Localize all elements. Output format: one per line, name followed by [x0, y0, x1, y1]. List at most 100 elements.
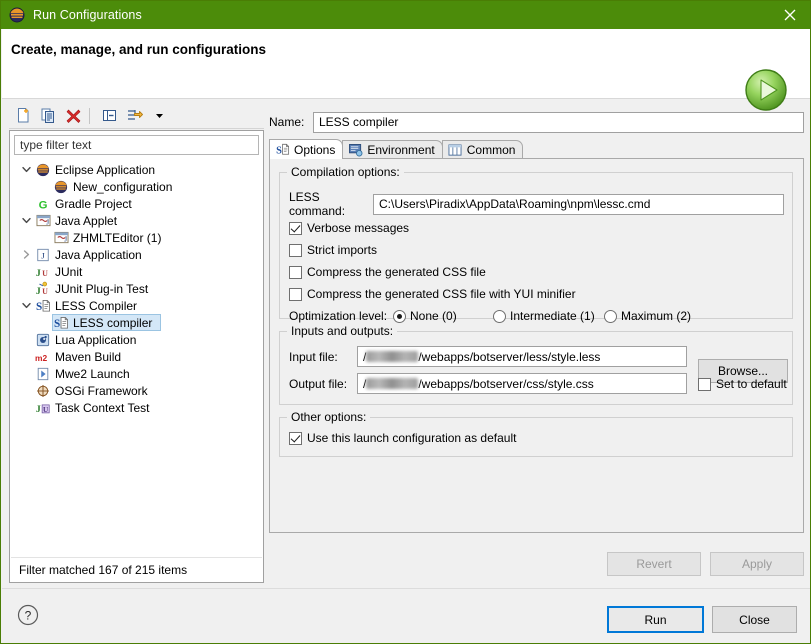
tree-item-label: ZHMLTEditor (1): [73, 230, 162, 245]
twisty-placeholder: [18, 331, 34, 348]
new-configuration-icon[interactable]: [12, 105, 34, 127]
checkbox-set-to-default[interactable]: Set to default: [698, 377, 787, 391]
inputs-outputs-group: Inputs and outputs: Input file: /XXXXXXX…: [279, 324, 793, 405]
tree-item-label: Java Applet: [55, 213, 118, 228]
tree-item-java-application[interactable]: J Java Application: [10, 246, 263, 263]
checkbox-strict-imports[interactable]: Strict imports: [289, 243, 377, 257]
tree-item-content: S LESS Compiler: [34, 297, 146, 314]
tree-item-content: J Java Applet: [34, 212, 126, 229]
tree-item-label: Mwe2 Launch: [55, 366, 130, 381]
twisty-placeholder: [18, 382, 34, 399]
tree-item-junit[interactable]: J U JUnit: [10, 263, 263, 280]
twisty-placeholder: [36, 178, 52, 195]
collapse-all-icon[interactable]: [98, 105, 120, 127]
input-file-label: Input file:: [289, 349, 338, 364]
chevron-right-icon[interactable]: [18, 246, 34, 263]
junit-icon: JU: [35, 264, 51, 280]
tab-common[interactable]: Common: [441, 140, 524, 159]
tree-item-mwe2-launch[interactable]: Mwe2 Launch: [10, 365, 263, 382]
tree-item-task-context-test[interactable]: J U Task Context Test: [10, 399, 263, 416]
window-close-button[interactable]: [767, 1, 810, 29]
tree-item-content: J ZHMLTEditor (1): [52, 229, 170, 246]
chevron-down-icon[interactable]: [148, 105, 170, 127]
checkbox-compress-css[interactable]: Compress the generated CSS file: [289, 265, 486, 279]
apply-button[interactable]: Apply: [710, 552, 804, 576]
svg-text:J: J: [46, 217, 49, 226]
java-applet-icon: J: [53, 230, 69, 246]
page-title: Create, manage, and run configurations: [11, 42, 267, 57]
name-input[interactable]: [313, 111, 804, 133]
chevron-down-icon[interactable]: [18, 297, 34, 314]
tree-item-label: Java Application: [55, 247, 142, 262]
tree-item-zhmlteditor-1[interactable]: J ZHMLTEditor (1): [10, 229, 263, 246]
dialog-header: Create, manage, and run configurations: [2, 29, 810, 111]
options-tab-panel: Compilation options: LESS command: Verbo…: [269, 158, 804, 533]
run-button[interactable]: Run: [607, 606, 704, 633]
tree-item-lua-application[interactable]: Lua Application: [10, 331, 263, 348]
svg-text:U: U: [43, 406, 48, 414]
radio-optimization-maximum[interactable]: Maximum (2): [604, 309, 691, 323]
chevron-down-icon[interactable]: [18, 212, 34, 229]
filter-input[interactable]: [14, 135, 259, 155]
less-command-input[interactable]: [373, 193, 784, 215]
radio-optimization-none[interactable]: None (0): [393, 309, 457, 323]
tree-item-content: J Java Application: [34, 246, 151, 263]
optimization-level-label: Optimization level:: [289, 309, 388, 323]
tree-item-junit-plug-in-test[interactable]: J U JUnit Plug-in Test: [10, 280, 263, 297]
svg-text:S: S: [276, 145, 282, 156]
radio-optimization-intermediate[interactable]: Intermediate (1): [493, 309, 595, 323]
configurations-pane: Eclipse Application New_configuration G Gra…: [9, 103, 264, 583]
svg-text:m2: m2: [35, 352, 47, 362]
checkbox-box: [698, 377, 711, 391]
checkbox-compress-css-yui[interactable]: Compress the generated CSS file with YUI…: [289, 287, 576, 301]
tree-item-content: Mwe2 Launch: [34, 365, 139, 382]
delete-configuration-icon[interactable]: [62, 105, 84, 127]
svg-text:S: S: [36, 301, 42, 313]
filter-icon[interactable]: [123, 105, 145, 127]
checkbox-box: [289, 287, 302, 301]
tab-options[interactable]: S Options: [269, 139, 344, 159]
compilation-options-group: Compilation options: LESS command: Verbo…: [279, 165, 793, 323]
revert-button[interactable]: Revert: [607, 552, 701, 576]
tree-item-less-compiler[interactable]: S LESS compiler: [10, 314, 263, 331]
tree-toolbar: [9, 103, 264, 129]
svg-text:J: J: [64, 234, 67, 243]
svg-text:J: J: [36, 286, 41, 296]
input-file-input[interactable]: /XXXXXXXXX/webapps/botserver/less/style.…: [357, 346, 687, 367]
tree-item-maven-build[interactable]: m2 Maven Build: [10, 348, 263, 365]
close-button[interactable]: Close: [712, 606, 797, 633]
configurations-tree[interactable]: Eclipse Application New_configuration G Gra…: [10, 161, 263, 551]
tree-item-less-compiler[interactable]: S LESS Compiler: [10, 297, 263, 314]
tree-item-new-configuration[interactable]: New_configuration: [10, 178, 263, 195]
junit-plugin-icon: JU: [35, 281, 51, 297]
output-file-input[interactable]: /XXXXXXXXX/webapps/botserver/css/style.c…: [357, 373, 687, 394]
tree-item-content: G Gradle Project: [34, 195, 141, 212]
less-icon: S: [35, 298, 51, 314]
tree-item-gradle-project[interactable]: G Gradle Project: [10, 195, 263, 212]
checkbox-box: [289, 243, 302, 257]
tree-item-content: Lua Application: [34, 331, 145, 348]
input-file-suffix: /webapps/botserver/less/style.less: [418, 349, 601, 364]
twisty-placeholder: [36, 314, 52, 331]
tree-item-label: LESS Compiler: [55, 298, 138, 313]
checkbox-use-as-default[interactable]: Use this launch configuration as default: [289, 431, 516, 445]
checkbox-box: [289, 265, 302, 279]
tree-item-label: JUnit Plug-in Test: [55, 281, 149, 296]
svg-text:J: J: [41, 250, 45, 260]
lua-icon: [35, 332, 51, 348]
title-bar: Run Configurations: [1, 1, 810, 29]
help-icon[interactable]: ?: [16, 603, 40, 627]
checkbox-label: Compress the generated CSS file: [307, 265, 486, 279]
duplicate-configuration-icon[interactable]: [37, 105, 59, 127]
tree-item-osgi-framework[interactable]: OSGi Framework: [10, 382, 263, 399]
tree-item-java-applet[interactable]: J Java Applet: [10, 212, 263, 229]
tree-item-content: J U Task Context Test: [34, 399, 159, 416]
tab-environment[interactable]: Environment: [342, 140, 443, 159]
checkbox-verbose-messages[interactable]: Verbose messages: [289, 221, 409, 235]
tree-item-eclipse-application[interactable]: Eclipse Application: [10, 161, 263, 178]
filter-status-text: Filter matched 167 of 215 items: [11, 557, 262, 581]
twisty-placeholder: [18, 263, 34, 280]
chevron-down-icon[interactable]: [18, 161, 34, 178]
java-applet-icon: J: [35, 213, 51, 229]
svg-text:J: J: [36, 268, 41, 279]
